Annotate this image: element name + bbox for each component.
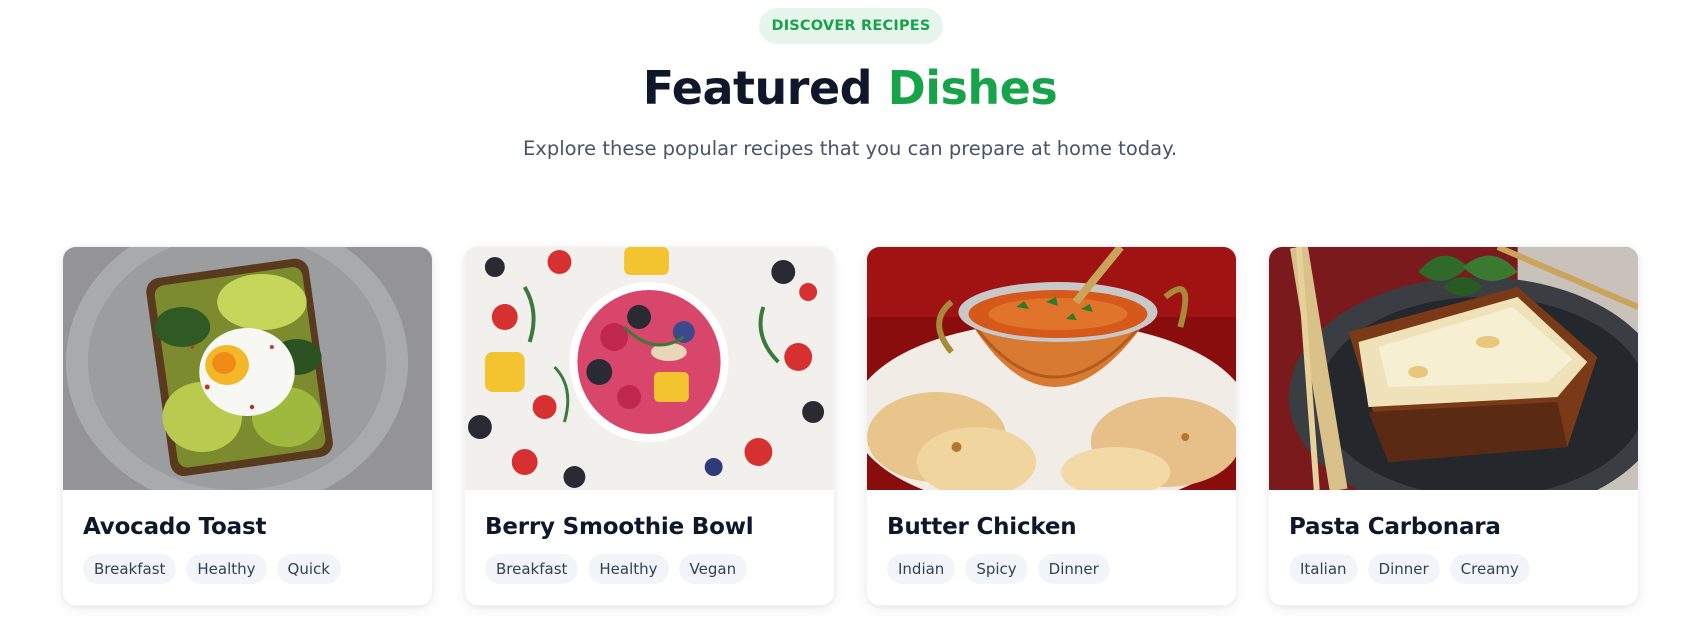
recipe-card-grid: Avocado Toast Breakfast Healthy Quick Be…	[62, 246, 1642, 606]
title-main: Featured	[642, 61, 873, 115]
recipe-tags: Italian Dinner Creamy	[1289, 554, 1618, 584]
recipe-tag[interactable]: Healthy	[186, 554, 267, 584]
recipe-title[interactable]: Berry Smoothie Bowl	[485, 512, 814, 542]
recipe-tag[interactable]: Healthy	[588, 554, 669, 584]
recipe-tag[interactable]: Italian	[1289, 554, 1358, 584]
section-title: Featured Dishes	[0, 56, 1700, 120]
recipe-tags: Indian Spicy Dinner	[887, 554, 1216, 584]
recipe-card-butter-chicken[interactable]: Butter Chicken Indian Spicy Dinner	[866, 246, 1237, 606]
recipe-card-body: Berry Smoothie Bowl Breakfast Healthy Ve…	[465, 490, 834, 584]
recipe-tag[interactable]: Spicy	[965, 554, 1028, 584]
recipe-card-berry-smoothie-bowl[interactable]: Berry Smoothie Bowl Breakfast Healthy Ve…	[464, 246, 835, 606]
recipe-image-butter-chicken[interactable]	[867, 247, 1236, 490]
recipe-tag[interactable]: Breakfast	[83, 554, 177, 584]
recipe-tag[interactable]: Breakfast	[485, 554, 579, 584]
recipe-card-body: Butter Chicken Indian Spicy Dinner	[867, 490, 1236, 584]
recipe-tags: Breakfast Healthy Vegan	[485, 554, 814, 584]
discover-badge: DISCOVER RECIPES	[759, 8, 943, 44]
recipe-card-avocado-toast[interactable]: Avocado Toast Breakfast Healthy Quick	[62, 246, 433, 606]
recipe-tag[interactable]: Vegan	[678, 554, 748, 584]
recipe-title[interactable]: Avocado Toast	[83, 512, 412, 542]
berry-bowl-photo	[465, 247, 834, 490]
recipe-image-pasta-carbonara[interactable]	[1269, 247, 1638, 490]
section-subtitle: Explore these popular recipes that you c…	[522, 137, 1178, 160]
avocado-toast-photo	[63, 247, 432, 490]
recipe-tag[interactable]: Indian	[887, 554, 956, 584]
recipe-title[interactable]: Butter Chicken	[887, 512, 1216, 542]
title-accent: Dishes	[887, 61, 1058, 115]
pasta-carbonara-photo	[1269, 247, 1638, 490]
recipe-image-berry-smoothie-bowl[interactable]	[465, 247, 834, 490]
recipe-card-pasta-carbonara[interactable]: Pasta Carbonara Italian Dinner Creamy	[1268, 246, 1639, 606]
recipe-image-avocado-toast[interactable]	[63, 247, 432, 490]
recipe-title[interactable]: Pasta Carbonara	[1289, 512, 1618, 542]
recipe-card-body: Avocado Toast Breakfast Healthy Quick	[63, 490, 432, 584]
recipe-tag[interactable]: Dinner	[1367, 554, 1440, 584]
recipe-tag[interactable]: Dinner	[1037, 554, 1110, 584]
recipe-tag[interactable]: Creamy	[1449, 554, 1530, 584]
recipe-tags: Breakfast Healthy Quick	[83, 554, 412, 584]
recipe-tag[interactable]: Quick	[276, 554, 341, 584]
recipe-card-body: Pasta Carbonara Italian Dinner Creamy	[1269, 490, 1638, 584]
butter-chicken-photo	[867, 247, 1236, 490]
